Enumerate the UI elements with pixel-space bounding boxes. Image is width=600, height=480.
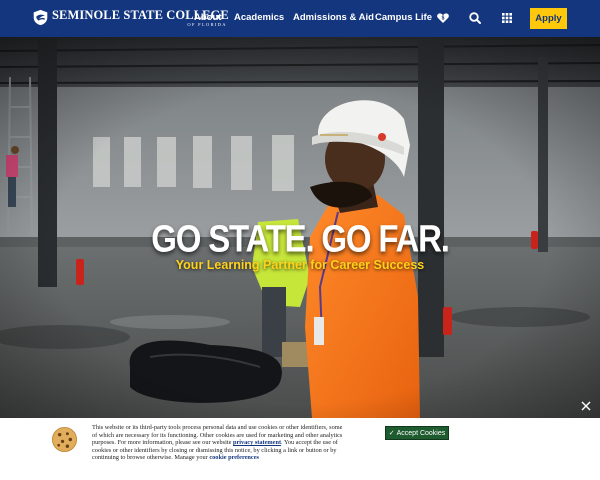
hero-title: GO STATE. GO FAR. [151, 217, 450, 260]
hero-subtitle: Your Learning Partner for Career Success [175, 258, 425, 272]
close-icon[interactable] [580, 400, 592, 412]
search-icon[interactable] [468, 11, 482, 25]
top-navigation-bar: SEMINOLE STATE COLLEGE OF FLORIDA About … [0, 0, 600, 37]
donate-heart-icon[interactable]: $ [436, 11, 450, 25]
privacy-statement-link[interactable]: privacy statement [233, 439, 281, 446]
accept-cookies-button[interactable]: ✓ Accept Cookies [385, 426, 449, 440]
nav-admissions-aid[interactable]: Admissions & Aid [293, 12, 374, 24]
accept-cookies-label: Accept Cookies [396, 429, 446, 437]
cookie-icon [51, 426, 78, 453]
svg-text:$: $ [442, 16, 445, 22]
nav-academics[interactable]: Academics [234, 12, 284, 24]
logo-shield-icon [33, 9, 48, 26]
nav-campus-life[interactable]: Campus Life [375, 12, 432, 24]
apply-button[interactable]: Apply [530, 8, 567, 29]
nav-about[interactable]: About [194, 12, 221, 24]
checkmark-icon: ✓ [388, 430, 395, 437]
cookie-banner: This website or its third-party tools pr… [0, 418, 600, 480]
grid-menu-icon[interactable] [500, 11, 514, 25]
cookie-preferences-link[interactable]: cookie preferences [209, 454, 259, 461]
hero-banner: GO STATE. GO FAR. Your Learning Partner … [0, 37, 600, 418]
cookie-notice-text: This website or its third-party tools pr… [92, 424, 344, 462]
